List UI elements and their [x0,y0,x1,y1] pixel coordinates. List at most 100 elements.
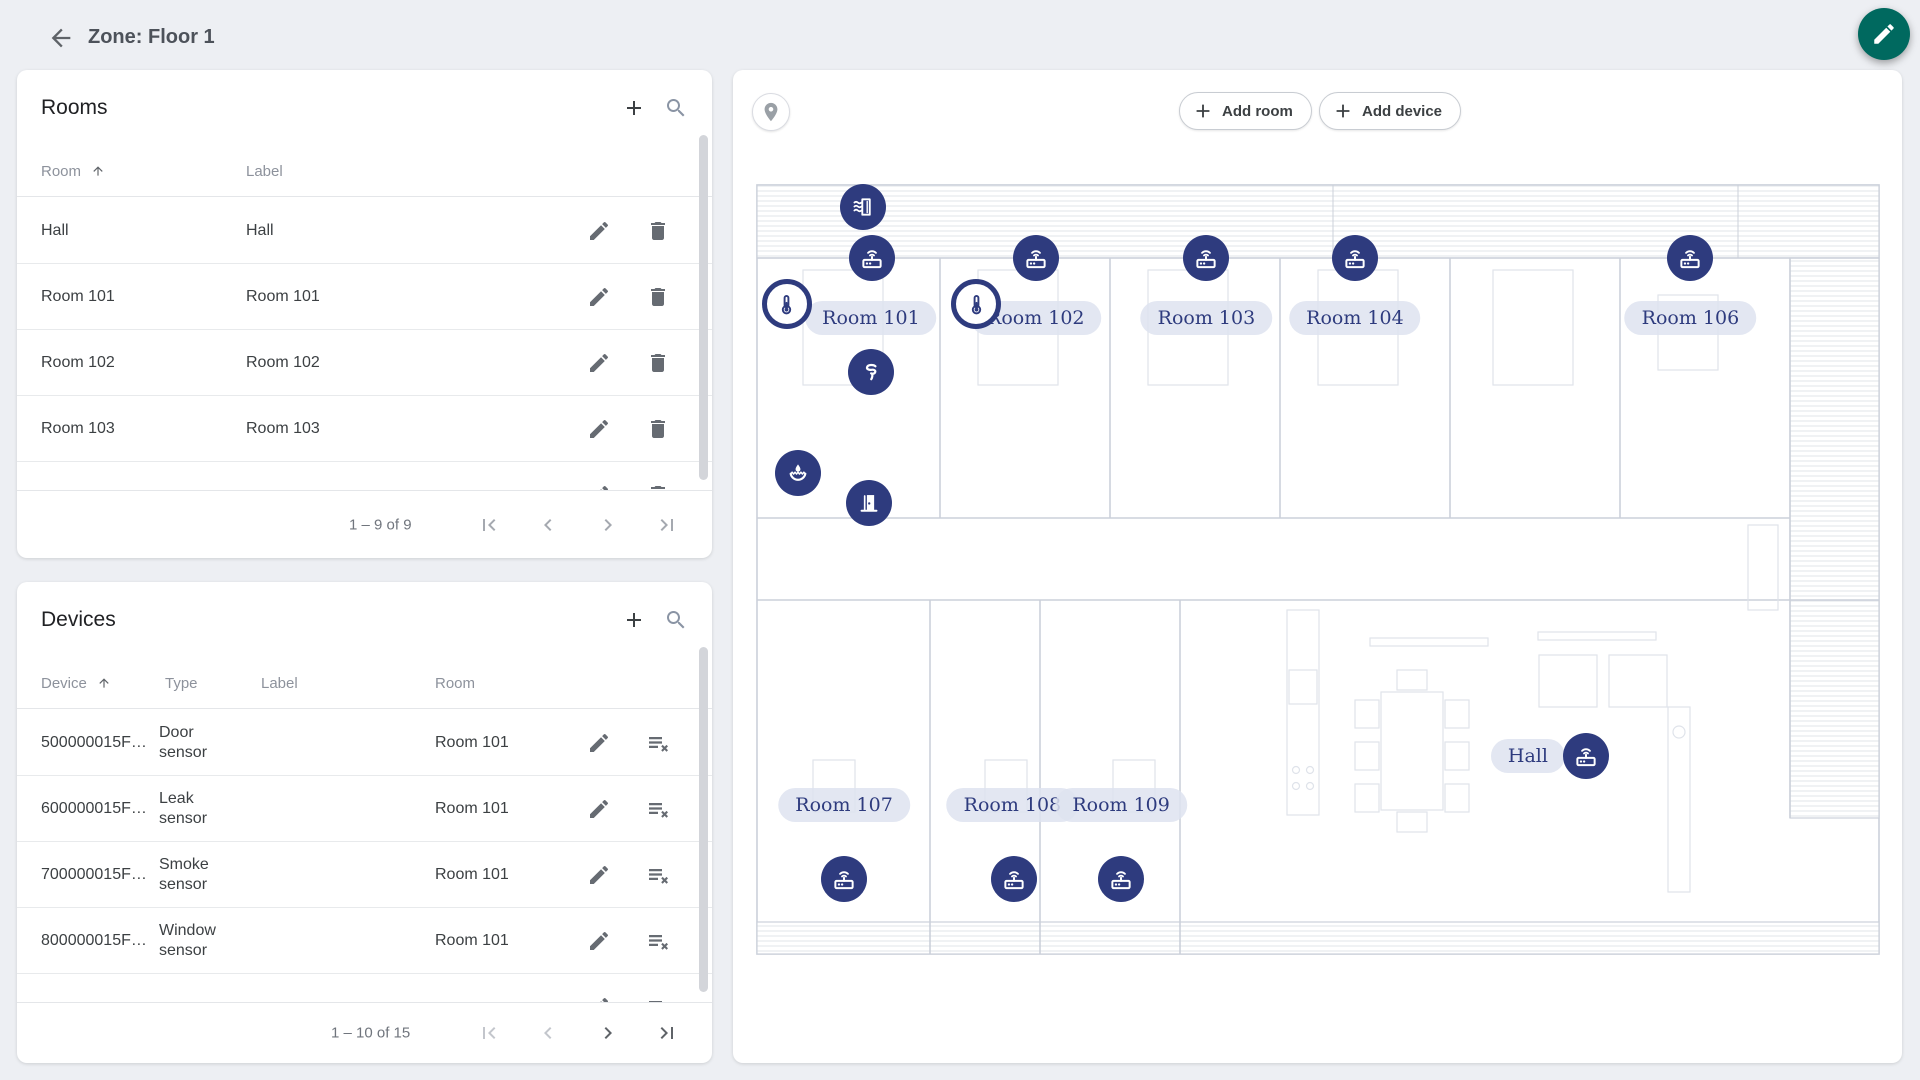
room-table-row [17,462,712,490]
door-sensor-marker[interactable] [846,480,892,526]
smoke-sensor-marker[interactable] [848,349,894,395]
delete-room-button[interactable] [640,411,676,447]
router-marker[interactable] [1332,235,1378,281]
last-page-button[interactable] [647,505,687,545]
window-vent-icon [849,193,877,221]
remove-device-button[interactable] [640,791,676,827]
room-chip[interactable]: Room 109 [1055,788,1187,822]
first-page-icon [477,513,501,537]
room-table-row: Room 102 Room 102 [17,330,712,396]
sort-ascending-icon [97,676,111,690]
delete-room-button[interactable] [640,279,676,315]
chevron-right-icon [596,513,620,537]
edit-device-button[interactable] [581,923,617,959]
room-chip[interactable]: Room 106 [1625,301,1757,335]
edit-room-button[interactable] [581,345,617,381]
plus-icon [622,96,646,120]
last-page-button[interactable] [647,1013,687,1053]
previous-page-button[interactable] [528,505,568,545]
room-chip[interactable]: Room 103 [1141,301,1273,335]
remove-device-button[interactable] [640,857,676,893]
delete-room-button[interactable] [640,213,676,249]
router-marker[interactable] [1013,235,1059,281]
device-id-cell: 500000015F… [41,734,159,752]
remove-device-button[interactable] [640,989,676,1003]
window-sensor-marker[interactable] [840,184,886,230]
edit-room-button[interactable] [581,477,617,491]
router-marker[interactable] [991,856,1037,902]
router-marker[interactable] [849,235,895,281]
edit-zone-fab[interactable] [1858,8,1910,60]
device-type-cell: Smoke sensor [159,855,249,895]
delete-room-button[interactable] [640,345,676,381]
router-icon [1107,865,1135,893]
trash-icon [646,351,670,375]
edit-device-button[interactable] [581,725,617,761]
playlist-remove-icon [646,797,670,821]
router-icon [1000,865,1028,893]
page-header: Zone: Floor 1 [0,0,1920,70]
devices-table-header: Device Type Label Room [17,661,712,709]
room-chip[interactable]: Hall [1491,739,1565,773]
next-page-button[interactable] [588,505,628,545]
first-page-button[interactable] [469,1013,509,1053]
playlist-remove-icon [646,929,670,953]
device-table-row: 700000015F… Smoke sensor Room 101 [17,842,712,908]
room-chip[interactable]: Room 101 [805,301,937,335]
devices-panel: Devices Device Type Label Room 500000015… [17,582,712,1063]
device-type-cell: Door sensor [159,723,249,763]
edit-room-button[interactable] [581,279,617,315]
remove-device-button[interactable] [640,923,676,959]
router-marker[interactable] [1183,235,1229,281]
router-marker[interactable] [821,856,867,902]
edit-device-button[interactable] [581,857,617,893]
room-chip[interactable]: Room 107 [778,788,910,822]
rooms-page-range: 1 – 9 of 9 [349,516,412,533]
trash-icon [646,285,670,309]
back-button[interactable] [46,24,76,54]
rooms-panel: Rooms Room Label Hall Hall Room 101 Room… [17,70,712,558]
water-leak-icon [784,459,812,487]
delete-room-button[interactable] [640,477,676,491]
next-page-button[interactable] [588,1013,628,1053]
edit-room-button[interactable] [581,411,617,447]
column-header-room[interactable]: Room [41,163,105,180]
leak-sensor-marker[interactable] [775,450,821,496]
pencil-icon [587,351,611,375]
router-marker[interactable] [1563,733,1609,779]
devices-scrollbar[interactable] [699,647,708,992]
column-header-device[interactable]: Device [41,675,111,692]
trash-icon [646,417,670,441]
thermometer-icon [773,291,800,318]
first-page-button[interactable] [469,505,509,545]
router-icon [1022,244,1050,272]
column-header-label[interactable]: Label [261,675,298,692]
last-page-icon [655,1021,679,1045]
trash-icon [646,219,670,243]
add-room-table-button[interactable] [616,90,652,126]
temperature-sensor-marker[interactable] [762,279,812,329]
router-marker[interactable] [1667,235,1713,281]
room-chip[interactable]: Room 104 [1289,301,1421,335]
column-header-type[interactable]: Type [165,675,198,692]
temperature-sensor-marker[interactable] [951,279,1001,329]
chevron-left-icon [536,1021,560,1045]
rooms-scrollbar[interactable] [699,135,708,480]
router-icon [830,865,858,893]
edit-device-button[interactable] [581,989,617,1003]
add-device-table-button[interactable] [616,602,652,638]
column-header-label[interactable]: Label [246,163,283,180]
rooms-search-button[interactable] [658,90,694,126]
router-marker[interactable] [1098,856,1144,902]
devices-search-button[interactable] [658,602,694,638]
last-page-icon [655,513,679,537]
column-header-room[interactable]: Room [435,675,475,692]
remove-device-button[interactable] [640,725,676,761]
smoke-icon [857,358,885,386]
search-icon [664,608,688,632]
edit-device-button[interactable] [581,791,617,827]
trash-icon [646,483,670,491]
edit-room-button[interactable] [581,213,617,249]
previous-page-button[interactable] [528,1013,568,1053]
router-icon [1192,244,1220,272]
